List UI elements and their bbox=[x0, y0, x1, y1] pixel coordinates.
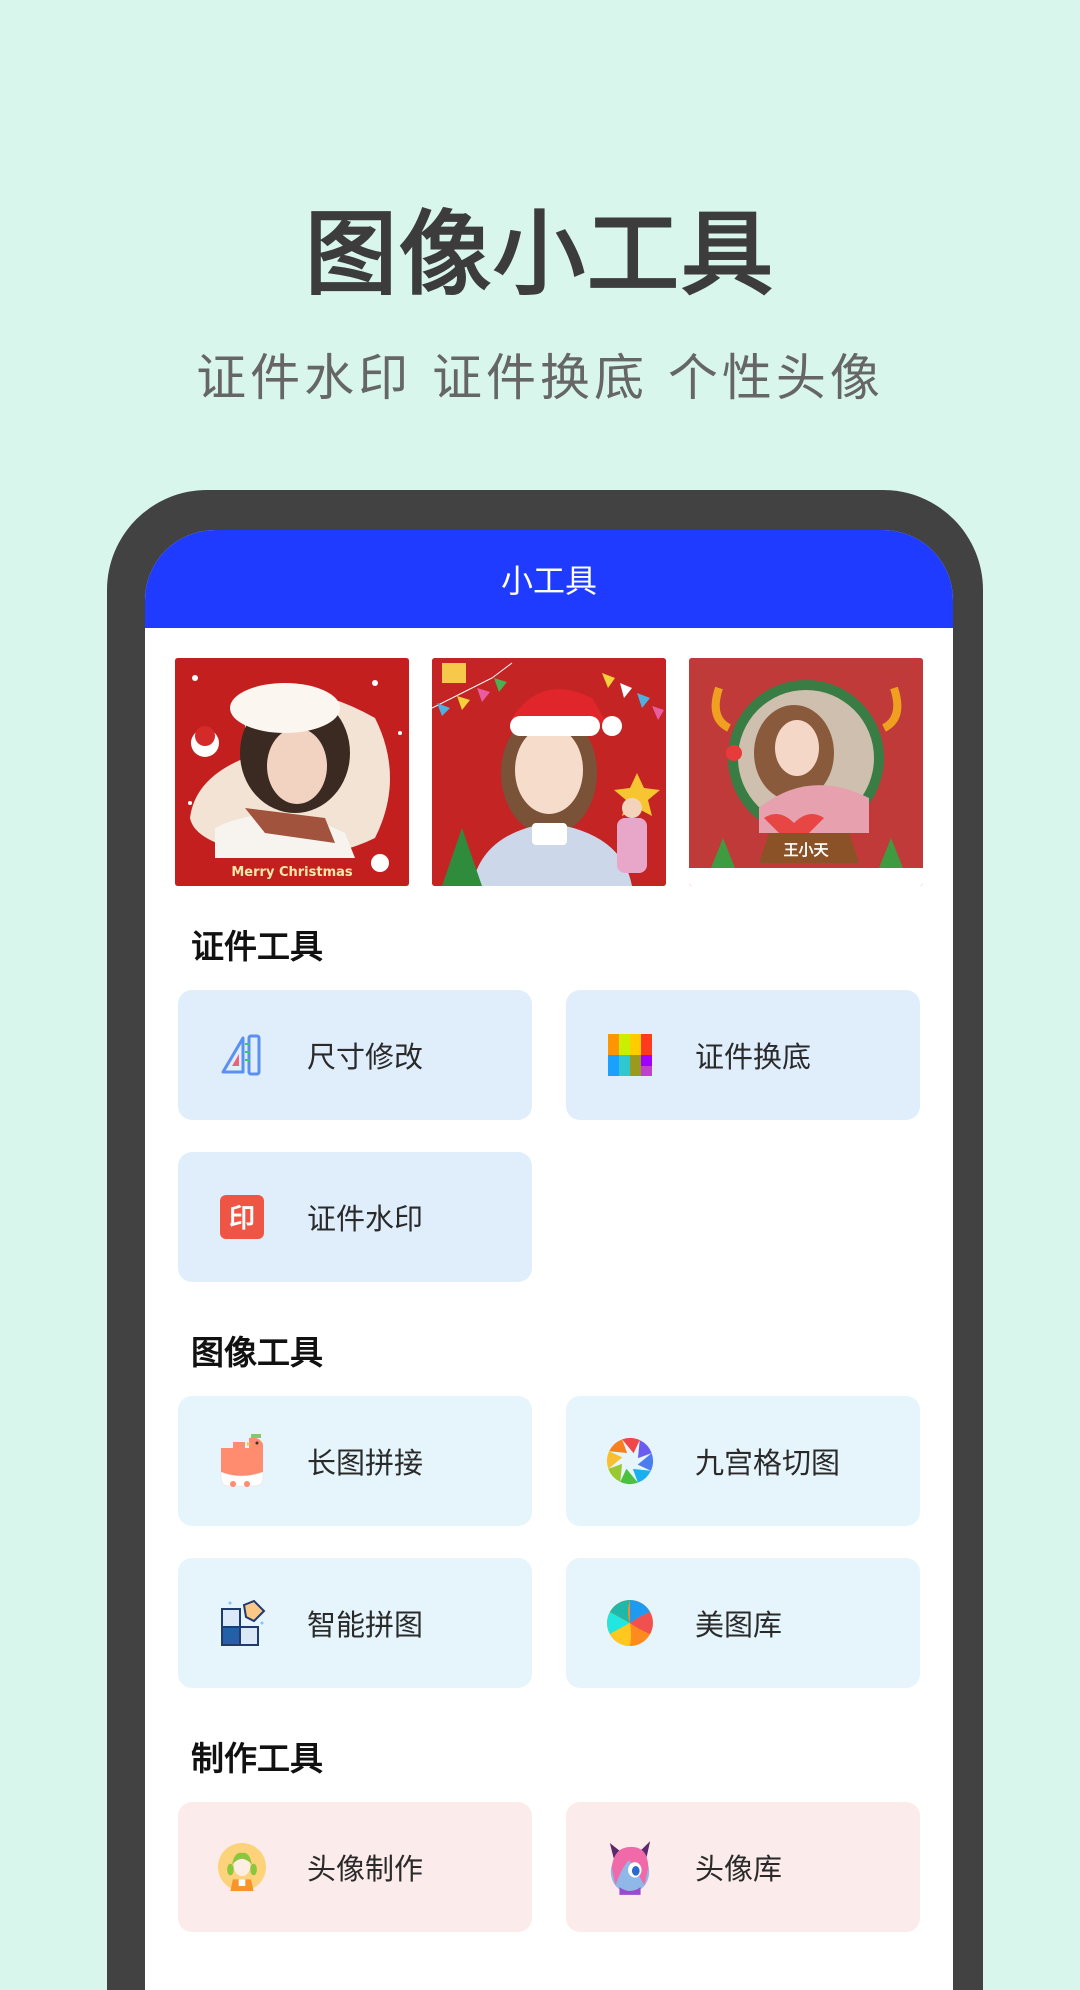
image-tools-grid: 长图拼接 九宫格切图 智能拼图 美图库 bbox=[145, 1396, 953, 1688]
app-title: 小工具 bbox=[500, 562, 597, 600]
tool-label: 证件换底 bbox=[695, 1040, 812, 1074]
ruler-triangle-icon bbox=[218, 1031, 266, 1079]
banner-caption: Merry Christmas bbox=[231, 865, 353, 880]
anime-avatar-icon bbox=[606, 1841, 654, 1895]
tool-avatar-maker[interactable]: 头像制作 bbox=[178, 1802, 532, 1932]
tool-avatar-library[interactable]: 头像库 bbox=[566, 1802, 920, 1932]
banner-caption: 王小天 bbox=[783, 841, 829, 859]
section-title-image-tools: 图像工具 bbox=[191, 1333, 323, 1372]
long-image-bird-icon bbox=[218, 1434, 266, 1487]
tool-label: 头像库 bbox=[695, 1852, 783, 1886]
banner-santa-hat[interactable] bbox=[432, 658, 666, 886]
tool-label: 美图库 bbox=[695, 1608, 783, 1642]
tool-label: 九宫格切图 bbox=[695, 1446, 841, 1480]
color-palette-icon bbox=[606, 1031, 654, 1079]
phone-screen: 小工具 Merry Christmas 王小天 证件工具 尺寸修改 证件换底 印… bbox=[145, 530, 953, 1990]
tool-label: 智能拼图 bbox=[307, 1608, 424, 1642]
tool-change-background[interactable]: 证件换底 bbox=[566, 990, 920, 1120]
section-title-make-tools: 制作工具 bbox=[191, 1739, 323, 1778]
tool-label: 尺寸修改 bbox=[307, 1040, 424, 1074]
phone-frame: 小工具 Merry Christmas 王小天 证件工具 尺寸修改 证件换底 印… bbox=[107, 490, 983, 1990]
app-bar: 小工具 bbox=[145, 530, 953, 628]
puzzle-icon bbox=[218, 1599, 266, 1647]
banner-wreath-name[interactable]: 王小天 bbox=[689, 658, 923, 886]
id-tools-grid: 尺寸修改 证件换底 印 证件水印 bbox=[145, 990, 953, 1282]
tool-watermark[interactable]: 印 证件水印 bbox=[178, 1152, 532, 1282]
banner-merry-christmas[interactable]: Merry Christmas bbox=[175, 658, 409, 886]
hero-subtitle: 证件水印 证件换底 个性头像 bbox=[196, 349, 884, 407]
hero-title: 图像小工具 bbox=[304, 201, 775, 308]
stamp-icon-text: 印 bbox=[229, 1204, 255, 1234]
tool-label: 长图拼接 bbox=[307, 1446, 424, 1480]
make-tools-grid: 头像制作 头像库 bbox=[145, 1802, 953, 1932]
aperture-icon bbox=[606, 1437, 654, 1485]
santa-hat-image bbox=[432, 658, 666, 886]
tool-long-image-stitch[interactable]: 长图拼接 bbox=[178, 1396, 532, 1526]
stamp-icon: 印 bbox=[218, 1193, 266, 1241]
tool-nine-grid-cut[interactable]: 九宫格切图 bbox=[566, 1396, 920, 1526]
avatar-girl-icon bbox=[218, 1843, 266, 1891]
tool-label: 证件水印 bbox=[307, 1202, 424, 1236]
tool-photo-gallery[interactable]: 美图库 bbox=[566, 1558, 920, 1688]
color-swirl-icon bbox=[606, 1599, 654, 1647]
section-title-id-tools: 证件工具 bbox=[191, 927, 323, 966]
wreath-name-image: 王小天 bbox=[689, 658, 923, 886]
merry-christmas-image: Merry Christmas bbox=[175, 658, 409, 886]
tool-label: 头像制作 bbox=[307, 1852, 424, 1886]
tool-smart-collage[interactable]: 智能拼图 bbox=[178, 1558, 532, 1688]
banner-row: Merry Christmas 王小天 bbox=[145, 628, 953, 886]
tool-resize[interactable]: 尺寸修改 bbox=[178, 990, 532, 1120]
